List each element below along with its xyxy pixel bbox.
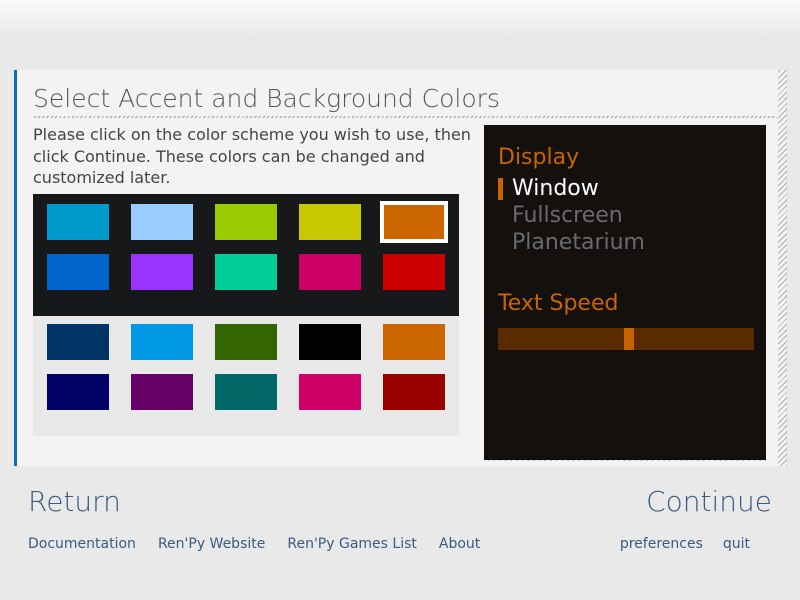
color-swatch[interactable] (131, 204, 193, 240)
return-button[interactable]: Return (28, 485, 121, 518)
color-swatch-grid (33, 194, 459, 436)
slider-thumb[interactable] (624, 328, 634, 350)
footer-link[interactable]: About (439, 536, 480, 552)
light-bg-swatch-group (33, 316, 459, 436)
color-swatch[interactable] (383, 254, 445, 290)
footer-link[interactable]: preferences (620, 536, 703, 552)
preview-bottom-hatch (484, 455, 766, 461)
color-swatch[interactable] (383, 374, 445, 410)
continue-button[interactable]: Continue (646, 485, 772, 518)
color-swatch[interactable] (215, 204, 277, 240)
color-swatch[interactable] (47, 374, 109, 410)
color-swatch[interactable] (215, 324, 277, 360)
color-swatch[interactable] (131, 374, 193, 410)
page-title: Select Accent and Background Colors (33, 84, 786, 116)
color-swatch[interactable] (299, 204, 361, 240)
color-swatch[interactable] (299, 324, 361, 360)
color-swatch[interactable] (299, 374, 361, 410)
color-swatch[interactable] (47, 204, 109, 240)
preview-display-option[interactable]: Planetarium (484, 228, 766, 255)
preview-display-option[interactable]: Window (484, 174, 766, 201)
footer-link[interactable]: Documentation (28, 536, 136, 552)
bottom-nav: Return Continue (28, 485, 772, 518)
color-swatch[interactable] (215, 254, 277, 290)
preview-display-option[interactable]: Fullscreen (484, 201, 766, 228)
dark-bg-swatch-group (33, 194, 459, 316)
color-swatch[interactable] (383, 204, 445, 240)
preview-display-heading: Display (484, 125, 766, 174)
text-speed-slider[interactable] (498, 328, 754, 350)
preview-textspeed-heading: Text Speed (484, 283, 766, 320)
footer-links: Documentation Ren'Py Website Ren'Py Games … (28, 536, 772, 552)
footer-link[interactable]: Ren'Py Website (158, 536, 265, 552)
color-swatch[interactable] (131, 324, 193, 360)
color-swatch[interactable] (299, 254, 361, 290)
preview-pane: Display WindowFullscreenPlanetarium Text… (484, 125, 766, 460)
color-swatch[interactable] (131, 254, 193, 290)
title-rule (33, 116, 777, 118)
color-swatch[interactable] (47, 324, 109, 360)
color-swatch[interactable] (47, 254, 109, 290)
page-description: Please click on the color scheme you wis… (33, 124, 473, 189)
footer-link[interactable]: quit (723, 536, 750, 552)
color-swatch[interactable] (383, 324, 445, 360)
footer-link[interactable]: Ren'Py Games List (287, 536, 417, 552)
panel-right-hatch (778, 70, 787, 466)
color-swatch[interactable] (215, 374, 277, 410)
